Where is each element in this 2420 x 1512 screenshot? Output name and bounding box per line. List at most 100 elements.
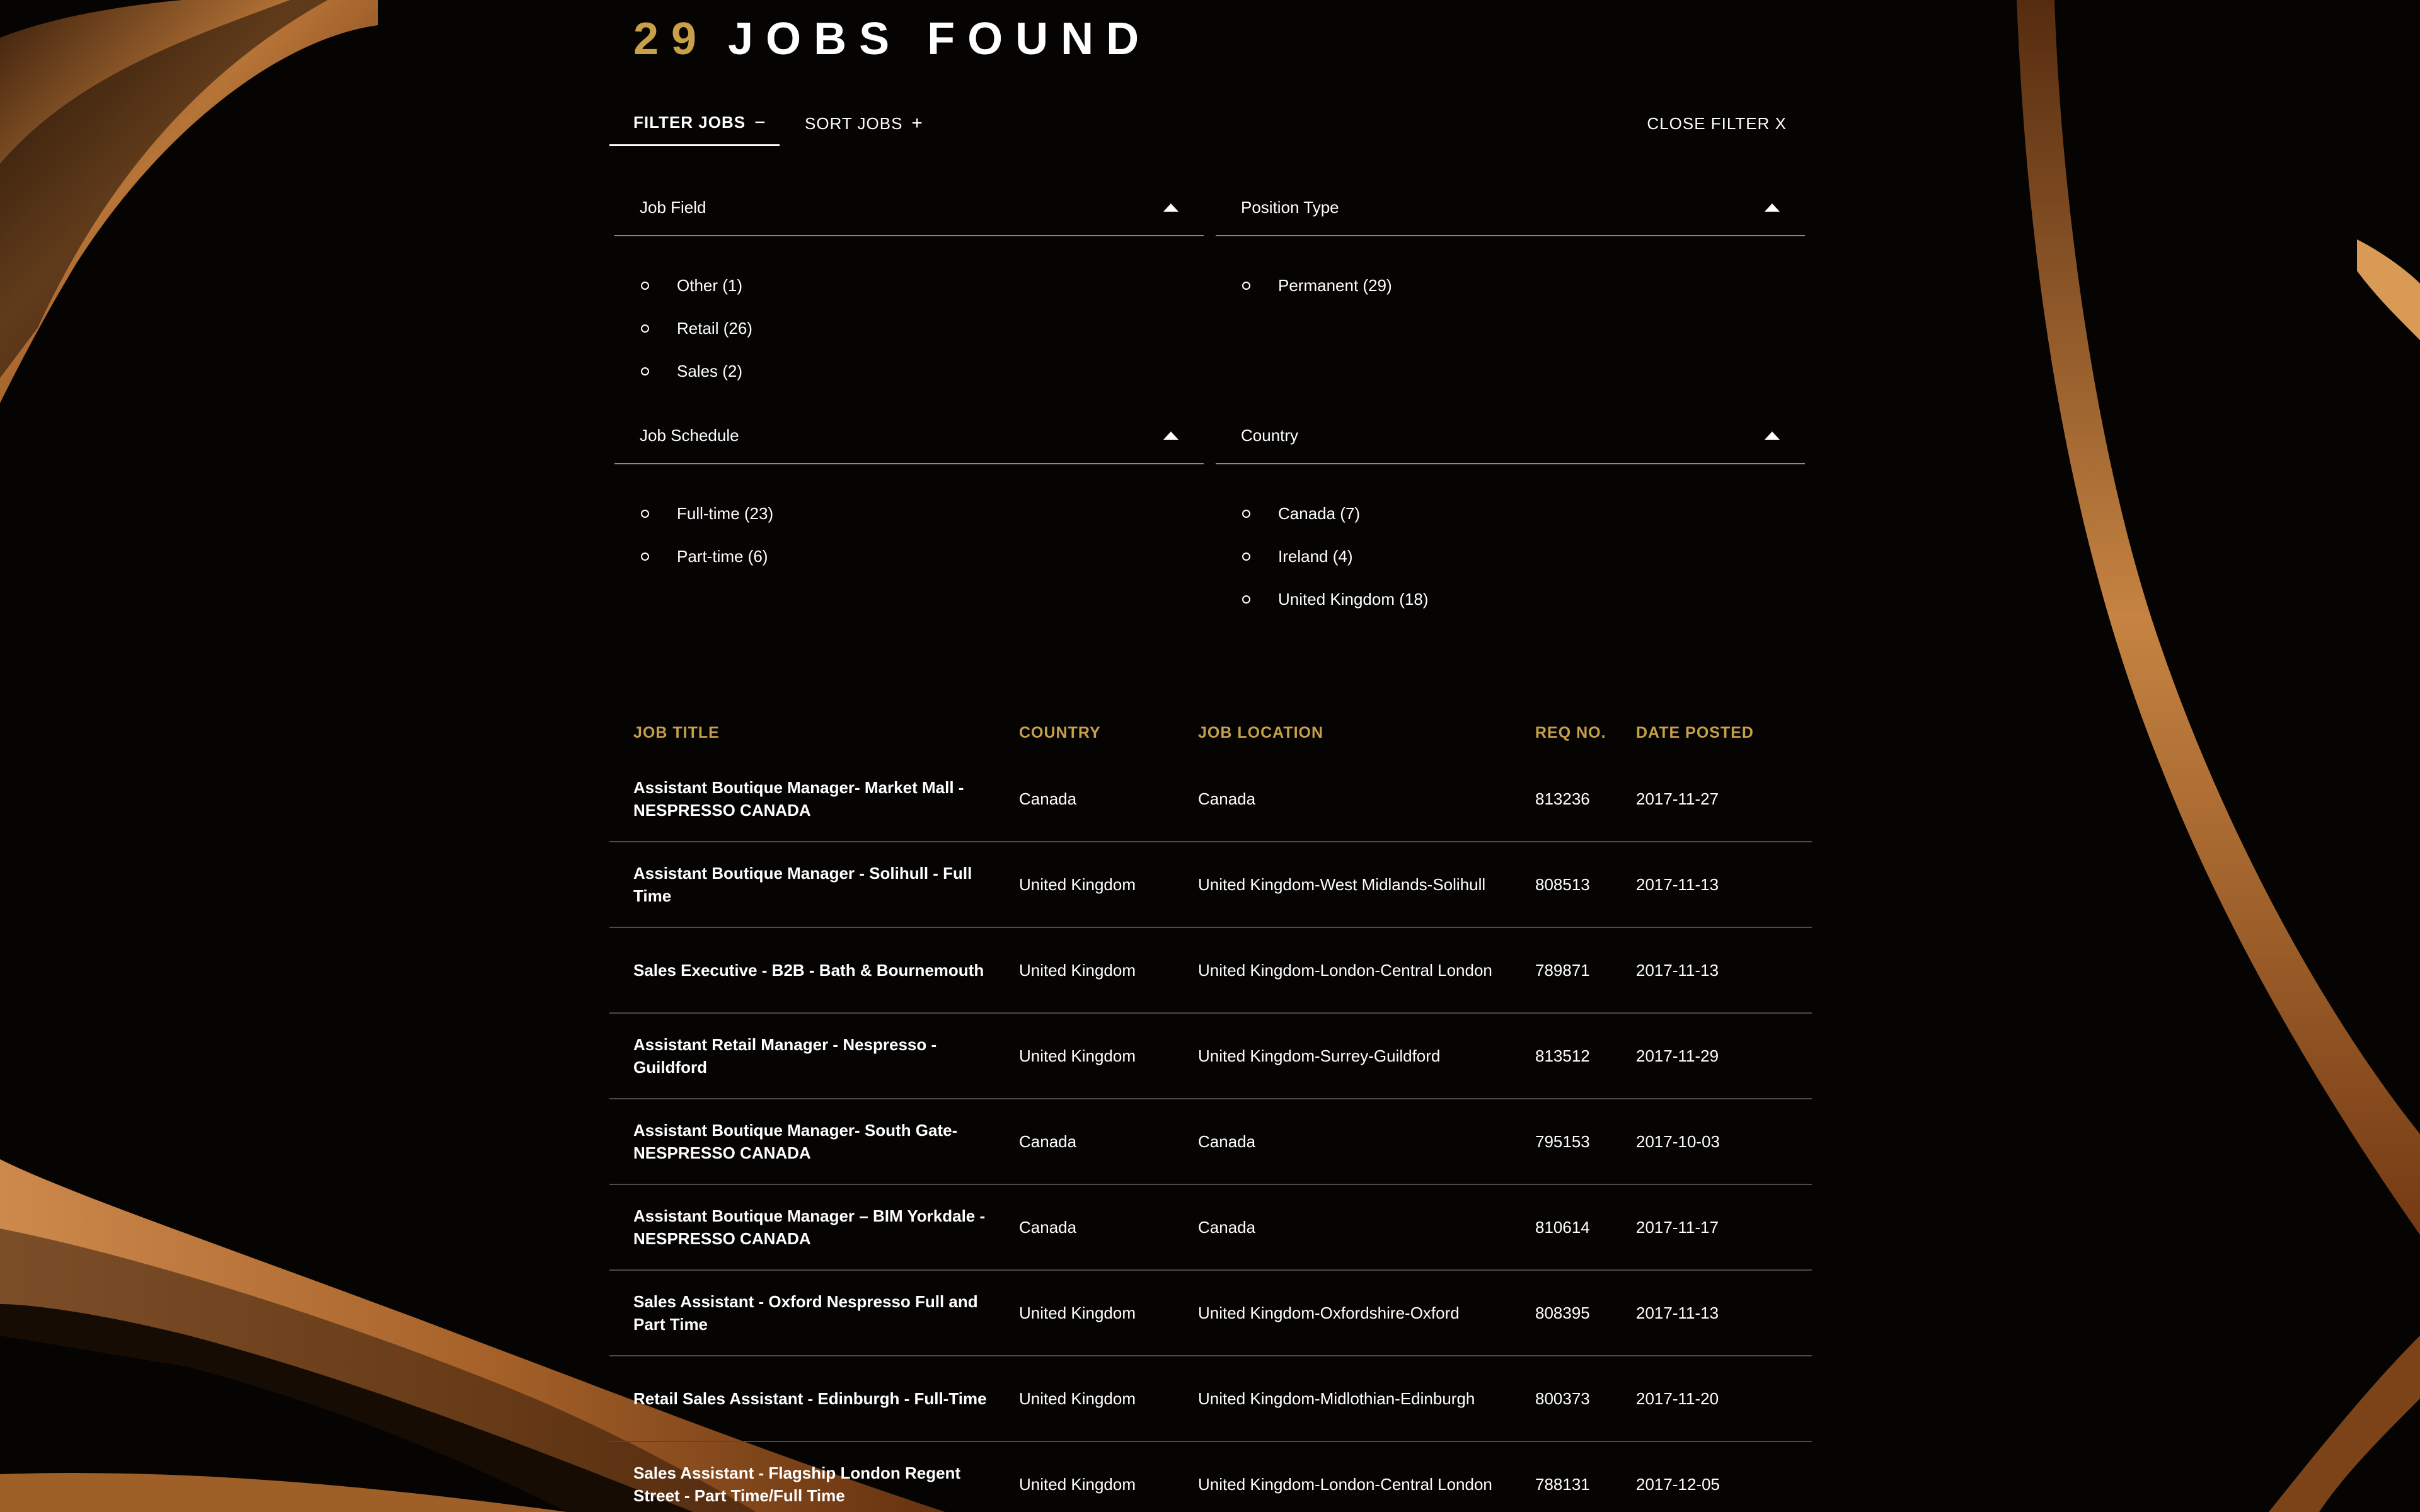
radio-icon (1242, 552, 1250, 561)
job-country: Canada (1019, 1131, 1077, 1151)
radio-icon (641, 509, 649, 518)
filter-option[interactable]: Other (1) (614, 264, 1204, 307)
job-field-title: Job Field (640, 197, 706, 217)
job-date-posted: 2017-11-13 (1636, 960, 1719, 980)
job-location: Canada (1198, 1218, 1256, 1237)
radio-icon (1242, 509, 1250, 518)
filter-option[interactable]: Retail (26) (614, 307, 1204, 350)
option-label: Part-time (6) (677, 546, 768, 566)
job-date-posted: 2017-11-13 (1636, 874, 1719, 894)
jobs-count: 29 (633, 14, 710, 64)
job-req-no: 813236 (1535, 789, 1590, 808)
filter-option[interactable]: Ireland (4) (1216, 535, 1805, 578)
radio-icon (641, 367, 649, 375)
jobs-found-label: JOBS FOUND (728, 14, 1152, 64)
filter-option[interactable]: Sales (2) (614, 350, 1204, 392)
column-header-job-location[interactable]: JOB LOCATION (1198, 724, 1535, 742)
job-location: United Kingdom-Surrey-Guildford (1198, 1046, 1441, 1065)
table-row[interactable]: Sales Assistant - Flagship London Regent… (609, 1442, 1812, 1512)
job-title-link[interactable]: Assistant Retail Manager - Nespresso - G… (609, 1033, 1018, 1079)
position-type-options: Permanent (29) (1216, 236, 1805, 307)
jobs-page: 29 JOBS FOUND FILTER JOBS − SORT JOBS + … (0, 0, 2420, 1512)
job-date-posted: 2017-11-29 (1636, 1046, 1719, 1065)
caret-up-icon (1765, 431, 1780, 440)
job-title-link[interactable]: Assistant Boutique Manager- Market Mall … (609, 776, 1018, 822)
minus-icon: − (754, 112, 766, 133)
job-country: United Kingdom (1019, 1046, 1136, 1065)
tab-sort-jobs[interactable]: SORT JOBS + (805, 101, 923, 146)
table-row[interactable]: Assistant Boutique Manager- Market Mall … (609, 757, 1812, 842)
column-header-req-no[interactable]: REQ NO. (1535, 724, 1636, 742)
job-title-link[interactable]: Retail Sales Assistant - Edinburgh - Ful… (609, 1387, 1018, 1410)
job-title-link[interactable]: Sales Assistant - Oxford Nespresso Full … (609, 1290, 1018, 1336)
radio-icon (641, 552, 649, 561)
job-req-no: 808513 (1535, 874, 1590, 894)
table-row[interactable]: Assistant Boutique Manager- South Gate- … (609, 1099, 1812, 1185)
job-date-posted: 2017-11-27 (1636, 789, 1719, 808)
jobs-table: JOB TITLE COUNTRY JOB LOCATION REQ NO. D… (609, 709, 1812, 1512)
filter-option[interactable]: Part-time (6) (614, 535, 1204, 578)
position-type-header[interactable]: Position Type (1216, 180, 1805, 236)
job-country: Canada (1019, 789, 1077, 808)
column-header-country[interactable]: COUNTRY (1018, 724, 1198, 742)
filter-group-job-field: Job Field Other (1) Retail (26) Sales (2… (614, 180, 1204, 392)
column-header-date-posted[interactable]: DATE POSTED (1636, 724, 1794, 742)
job-req-no: 795153 (1535, 1131, 1590, 1151)
filter-jobs-label: FILTER JOBS (633, 113, 746, 132)
job-title-link[interactable]: Assistant Boutique Manager - Solihull - … (609, 862, 1018, 907)
radio-icon (641, 281, 649, 290)
job-field-header[interactable]: Job Field (614, 180, 1204, 236)
job-country: United Kingdom (1019, 1389, 1136, 1408)
table-row[interactable]: Sales Executive - B2B - Bath & Bournemou… (609, 928, 1812, 1014)
filter-group-job-schedule: Job Schedule Full-time (23) Part-time (6… (614, 408, 1204, 578)
tab-filter-jobs[interactable]: FILTER JOBS − (609, 101, 780, 146)
job-req-no: 789871 (1535, 960, 1590, 980)
filter-option[interactable]: Canada (7) (1216, 492, 1805, 535)
option-label: Permanent (29) (1278, 275, 1392, 295)
option-label: Sales (2) (677, 361, 743, 381)
country-title: Country (1241, 425, 1299, 445)
job-location: United Kingdom-Oxfordshire-Oxford (1198, 1303, 1460, 1322)
job-date-posted: 2017-11-17 (1636, 1217, 1719, 1237)
table-row[interactable]: Assistant Boutique Manager – BIM Yorkdal… (609, 1185, 1812, 1271)
filter-group-country: Country Canada (7) Ireland (4) United Ki… (1216, 408, 1805, 621)
job-location: United Kingdom-London-Central London (1198, 1475, 1492, 1494)
job-country: United Kingdom (1019, 960, 1136, 980)
table-row[interactable]: Retail Sales Assistant - Edinburgh - Ful… (609, 1356, 1812, 1442)
job-date-posted: 2017-10-03 (1636, 1131, 1720, 1151)
job-title-link[interactable]: Assistant Boutique Manager- South Gate- … (609, 1119, 1018, 1164)
option-label: Other (1) (677, 275, 743, 295)
job-country: United Kingdom (1019, 1303, 1136, 1322)
table-header-row: JOB TITLE COUNTRY JOB LOCATION REQ NO. D… (609, 709, 1812, 757)
sort-jobs-label: SORT JOBS (805, 113, 903, 133)
caret-up-icon (1765, 203, 1780, 212)
job-date-posted: 2017-12-05 (1636, 1474, 1720, 1494)
job-schedule-title: Job Schedule (640, 425, 739, 445)
job-req-no: 813512 (1535, 1046, 1590, 1065)
job-field-options: Other (1) Retail (26) Sales (2) (614, 236, 1204, 392)
plus-icon: + (911, 113, 923, 134)
table-row[interactable]: Assistant Retail Manager - Nespresso - G… (609, 1014, 1812, 1099)
job-title-link[interactable]: Sales Executive - B2B - Bath & Bournemou… (609, 959, 1018, 982)
filter-option[interactable]: Full-time (23) (614, 492, 1204, 535)
table-row[interactable]: Assistant Boutique Manager - Solihull - … (609, 842, 1812, 928)
job-country: United Kingdom (1019, 874, 1136, 894)
job-date-posted: 2017-11-20 (1636, 1389, 1719, 1408)
radio-icon (641, 324, 649, 333)
filter-option[interactable]: United Kingdom (18) (1216, 578, 1805, 621)
job-country: United Kingdom (1019, 1474, 1136, 1494)
close-filter-button[interactable]: CLOSE FILTER X (1647, 101, 1787, 146)
job-title-link[interactable]: Sales Assistant - Flagship London Regent… (609, 1462, 1018, 1507)
filter-option[interactable]: Permanent (29) (1216, 264, 1805, 307)
job-location: United Kingdom-London-Central London (1198, 961, 1492, 980)
country-options: Canada (7) Ireland (4) United Kingdom (1… (1216, 464, 1805, 621)
job-schedule-header[interactable]: Job Schedule (614, 408, 1204, 464)
table-row[interactable]: Sales Assistant - Oxford Nespresso Full … (609, 1271, 1812, 1356)
column-header-job-title[interactable]: JOB TITLE (609, 724, 1018, 742)
job-title-link[interactable]: Assistant Boutique Manager – BIM Yorkdal… (609, 1205, 1018, 1250)
option-label: Canada (7) (1278, 503, 1361, 523)
radio-icon (1242, 281, 1250, 290)
filter-sort-tabs: FILTER JOBS − SORT JOBS + CLOSE FILTER X (609, 101, 1812, 146)
job-location: Canada (1198, 1132, 1256, 1151)
country-header[interactable]: Country (1216, 408, 1805, 464)
